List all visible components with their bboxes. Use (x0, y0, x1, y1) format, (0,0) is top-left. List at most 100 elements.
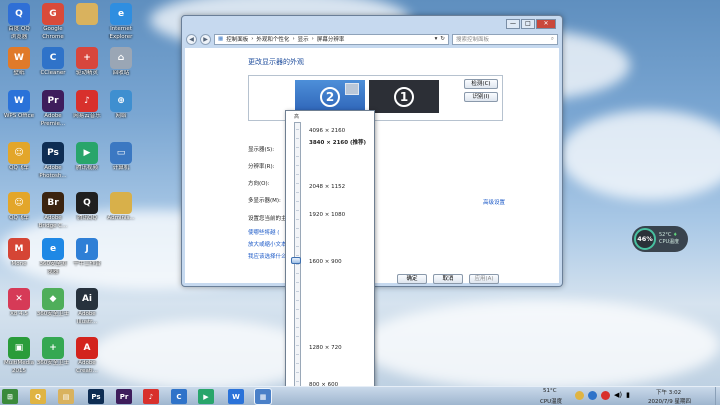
forward-button[interactable]: ▶ (200, 33, 211, 45)
cpu-widget[interactable]: 46% 52°C ♦ CPU温度 (632, 226, 688, 252)
breadcrumb-item[interactable]: 显示 (298, 35, 309, 43)
taskbar-control-panel-button[interactable]: ▦ (254, 388, 272, 405)
help-link-1[interactable]: 使哪些将越 ( (248, 228, 279, 236)
breadcrumb[interactable]: ▦ 控制面板 › 外观和个性化 › 显示 › 屏幕分辨率 ▾ ↻ (214, 33, 449, 45)
desktop-icon[interactable]: ♪ 网易云音乐 (70, 90, 104, 121)
desktop-icon[interactable]: C CCleaner (36, 47, 70, 78)
resolution-option[interactable]: 2048 × 1152 (309, 184, 345, 190)
desktop-icon[interactable]: ☺ QQ飞车 (2, 142, 36, 173)
back-button[interactable]: ◀ (186, 33, 197, 45)
app-icon: + (76, 47, 98, 69)
apply-button[interactable]: 应用(A) (469, 274, 499, 284)
desktop-icon[interactable]: W 壁纸 (2, 47, 36, 78)
volume-icon[interactable]: ◀) (614, 391, 622, 400)
desktop-icon[interactable]: Q 百度 QQ 浏览器 (2, 3, 36, 41)
detect-button[interactable]: 检测(C) (464, 79, 498, 89)
breadcrumb-item[interactable]: 屏幕分辨率 (317, 35, 345, 43)
advanced-settings-link[interactable]: 高级设置 (483, 198, 505, 206)
taskbar-explorer-button[interactable]: ▤ (58, 389, 74, 404)
app-icon: M (8, 238, 30, 260)
breadcrumb-item[interactable]: 外观和个性化 (256, 35, 289, 43)
desktop-icon[interactable]: ▣ MultiMedia 2015 (2, 337, 36, 375)
desktop-icon[interactable]: ✕ X8 4.5 (2, 288, 36, 319)
app-icon: Ai (76, 288, 98, 310)
desktop-icon[interactable]: A Adobe Creati... (70, 337, 104, 375)
help-link-2[interactable]: 放大或缩小文本 (248, 240, 287, 248)
desktop-icon-label: Adobe (78, 311, 96, 317)
desktop-icon[interactable]: W WPS Office (2, 90, 36, 121)
desktop-icon[interactable]: ☺ QQ飞车 (2, 192, 36, 223)
search-placeholder: 搜索控制面板 (456, 37, 490, 43)
app-icon: ⊕ (110, 90, 132, 112)
chevron-down-icon[interactable]: ▾ (435, 36, 438, 42)
desktop-icon[interactable]: Ps Adobe Photosh... (36, 142, 70, 180)
cancel-button[interactable]: 取消 (433, 274, 463, 284)
refresh-icon[interactable]: ↻ (440, 36, 445, 42)
desktop-icon-label: Adobe (78, 360, 96, 366)
desktop-icon[interactable]: Ai Adobe Illustr... (70, 288, 104, 326)
clock-time[interactable]: 下午 3:02 (656, 388, 681, 396)
taskbar-premiere-button[interactable]: Pr (116, 389, 132, 404)
desktop-icon[interactable]: ▭ 计算机 (104, 142, 138, 173)
monitor-2[interactable]: 2 (295, 80, 365, 113)
desktop-icon-label: 浏览器 (10, 34, 28, 40)
desktop-icon[interactable]: Pr Adobe Premie... (36, 90, 70, 128)
minimize-button[interactable]: — (506, 19, 520, 29)
breadcrumb-item[interactable]: 控制面板 (226, 35, 248, 43)
help-link-3[interactable]: 我应该选择什么 (248, 252, 287, 260)
close-button[interactable]: ✕ (536, 19, 556, 29)
chevron-right-icon: › (292, 36, 295, 42)
app-icon: ☺ (8, 192, 30, 214)
desktop-icon-label: Adobe (44, 113, 62, 119)
desktop-icon[interactable]: J 千牛工作台 (70, 238, 104, 269)
tray-app-icon[interactable] (601, 391, 610, 400)
desktop-icon[interactable] (70, 3, 104, 27)
search-input[interactable]: 搜索控制面板 ⌕ (452, 33, 558, 45)
resolution-option[interactable]: 4096 × 2160 (309, 128, 345, 134)
desktop-icon[interactable]: Br Adobe Bridge C... (36, 192, 70, 230)
identify-button[interactable]: 识别(I) (464, 92, 498, 102)
desktop-icon[interactable]: ⌂ 回收站 (104, 47, 138, 78)
desktop-icon-label: 360安全浏 (39, 261, 67, 267)
desktop-icon[interactable]: ⊕ 网络 (104, 90, 138, 121)
desktop-icon[interactable]: M Mone (2, 238, 36, 269)
taskbar-netease-music-button[interactable]: ♪ (143, 389, 159, 404)
taskbar-photoshop-button[interactable]: Ps (88, 389, 104, 404)
taskbar-start-button[interactable]: ⊞ (2, 389, 18, 404)
desktop-icon[interactable]: ▶ 腾讯视频 (70, 142, 104, 173)
resolution-option[interactable]: 3840 × 2160 (推荐) (309, 138, 366, 146)
chevron-right-icon: › (311, 36, 314, 42)
resolution-option[interactable]: 1280 × 720 (309, 345, 342, 351)
ok-button[interactable]: 确定 (397, 274, 427, 284)
clock-date[interactable]: 2020/7/9 星期四 (648, 397, 691, 405)
desktop-icon[interactable]: e 360安全浏 览器 (36, 238, 70, 276)
resolution-option-selected[interactable]: 1600 × 900 (309, 259, 342, 265)
taskbar-qq-browser-button[interactable]: Q (30, 389, 46, 404)
desktop-icon[interactable]: G Google Chrome (36, 3, 70, 41)
desktop-icon[interactable]: ◆ 360安全卫士 (36, 288, 70, 319)
cpu-usage-gauge: 46% (634, 228, 656, 250)
desktop-icon-label: 壁纸 (13, 70, 25, 76)
desktop-icon-label: Explorer (109, 34, 133, 40)
resolution-dropdown: 高 低 4096 × 2160 3840 × 2160 (推荐) 2048 × … (285, 110, 375, 405)
tray-app-icon[interactable] (575, 391, 584, 400)
resolution-option[interactable]: 1920 × 1080 (309, 212, 345, 218)
tray-app-icon[interactable] (588, 391, 597, 400)
desktop-icon[interactable]: Adminis... (104, 192, 138, 223)
resolution-slider-thumb[interactable] (291, 257, 301, 264)
desktop-icon[interactable]: + 驱动精灵 (70, 47, 104, 78)
desktop-icon[interactable]: Q 腾讯QQ (70, 192, 104, 223)
app-icon: ♪ (76, 90, 98, 112)
show-desktop-button[interactable] (715, 387, 720, 405)
desktop-icon[interactable]: e Internet Explorer (104, 3, 138, 41)
tray-icons[interactable]: ◀) ▮ (575, 391, 630, 400)
taskbar-wps-button[interactable]: W (228, 389, 244, 404)
network-icon[interactable]: ▮ (626, 391, 630, 400)
taskbar-tencent-video-button[interactable]: ▶ (198, 389, 214, 404)
monitor-1[interactable]: 1 (369, 80, 439, 113)
app-icon: e (42, 238, 64, 260)
taskbar-ccleaner-button[interactable]: C (171, 389, 187, 404)
maximize-button[interactable]: □ (521, 19, 535, 29)
taskbar: ⊞ Q ▤ Ps Pr ♪ C ▶ W ▦ 51°C CPU温度 ◀) ▮ 下午 3:02 202… (0, 386, 720, 405)
desktop-icon[interactable]: +360安全卫士 (36, 337, 70, 368)
